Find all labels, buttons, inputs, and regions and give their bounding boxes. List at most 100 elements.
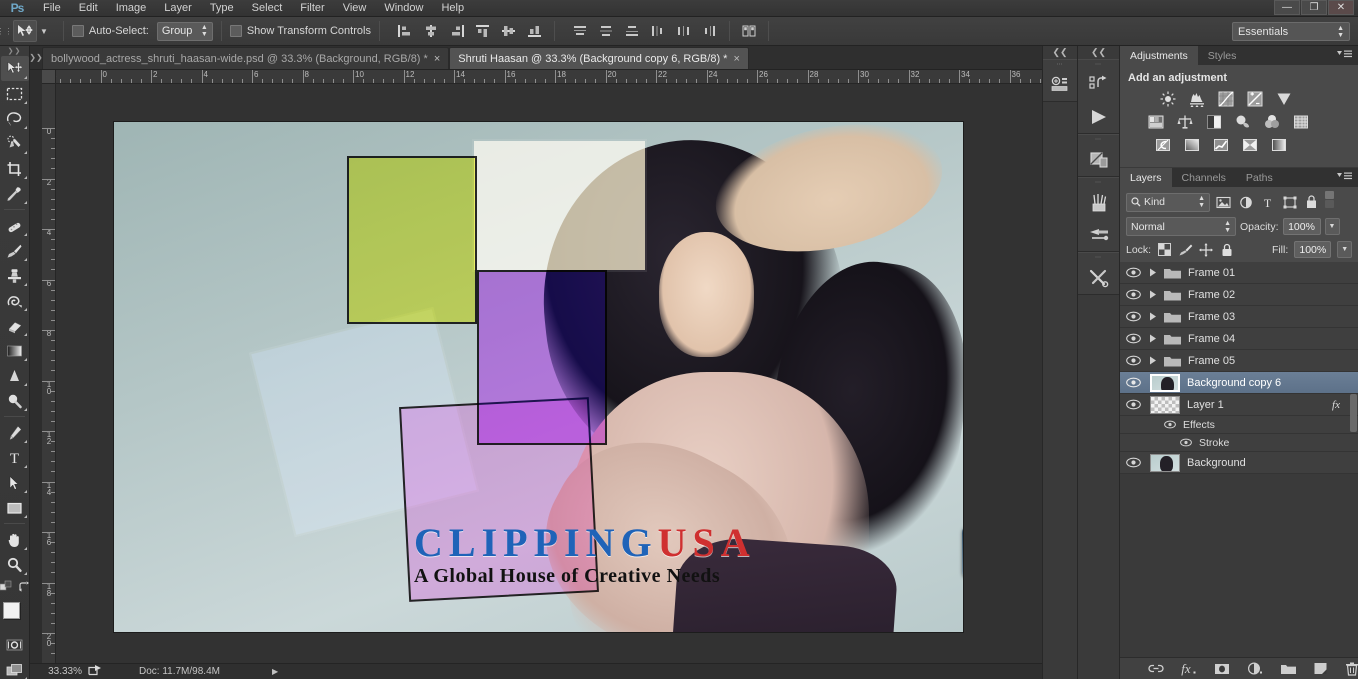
dock-collapse-button[interactable]: ❮❮ — [1078, 46, 1119, 59]
align-horizontal-centers-icon[interactable] — [420, 21, 442, 41]
mini-bridge-icon[interactable] — [1043, 69, 1077, 101]
filter-smart-object-icon[interactable] — [1303, 194, 1320, 211]
lasso-tool[interactable] — [1, 106, 29, 131]
panel-grip[interactable]: ⋯ — [1078, 135, 1119, 144]
chevron-right-icon[interactable] — [1146, 356, 1160, 365]
screen-mode-button[interactable] — [1, 657, 29, 679]
new-layer-icon[interactable] — [1313, 661, 1328, 677]
distribute-top-edges-icon[interactable] — [569, 21, 591, 41]
tab-adjustments[interactable]: Adjustments — [1120, 46, 1198, 65]
distribute-vertical-centers-icon[interactable] — [595, 21, 617, 41]
align-right-edges-icon[interactable] — [446, 21, 468, 41]
color-balance-icon[interactable] — [1175, 113, 1195, 130]
canvas-area[interactable]: CLIPPINGUSA A Global House of Creative N… — [56, 84, 1042, 663]
table-row[interactable]: Frame 02 — [1120, 284, 1358, 306]
restore-button[interactable]: ❐ — [1301, 0, 1327, 15]
document-tab-shruti-haasan[interactable]: Shruti Haasan @ 33.3% (Background copy 6… — [449, 47, 749, 69]
distribute-right-edges-icon[interactable] — [699, 21, 721, 41]
tab-styles[interactable]: Styles — [1198, 46, 1247, 65]
distribute-horizontal-centers-icon[interactable] — [673, 21, 695, 41]
chevron-right-icon[interactable] — [1146, 334, 1160, 343]
menu-view[interactable]: View — [334, 0, 376, 17]
eye-icon[interactable] — [1120, 284, 1146, 306]
filter-type-icon[interactable]: T — [1259, 194, 1276, 211]
pen-tool[interactable] — [1, 420, 29, 445]
gradient-tool[interactable] — [1, 338, 29, 363]
align-top-edges-icon[interactable] — [472, 21, 494, 41]
horizontal-type-tool[interactable]: T — [1, 445, 29, 470]
curves-icon[interactable] — [1216, 90, 1236, 107]
threshold-icon[interactable] — [1211, 136, 1231, 153]
tab-channels[interactable]: Channels — [1172, 168, 1236, 187]
zoom-level[interactable]: 33.33% — [30, 666, 88, 677]
show-transform-controls-checkbox[interactable] — [229, 25, 242, 37]
eye-icon[interactable] — [1120, 372, 1146, 394]
menu-select[interactable]: Select — [243, 0, 292, 17]
chevron-right-icon[interactable] — [1146, 290, 1160, 299]
move-tool-icon[interactable] — [13, 20, 37, 42]
blend-mode-dropdown[interactable]: Normal ▲ ▼ — [1126, 217, 1236, 236]
chevron-right-icon[interactable] — [1146, 268, 1160, 277]
posterize-icon[interactable] — [1182, 136, 1202, 153]
table-row[interactable]: Layer 1 fx — [1120, 394, 1358, 432]
history-icon[interactable] — [1078, 69, 1119, 101]
align-left-edges-icon[interactable] — [394, 21, 416, 41]
brush-tool[interactable] — [1, 238, 29, 263]
channel-mixer-icon[interactable] — [1262, 113, 1282, 130]
menu-layer[interactable]: Layer — [155, 0, 201, 17]
move-tool[interactable] — [0, 56, 29, 81]
auto-select-checkbox[interactable] — [71, 25, 84, 37]
eye-icon[interactable] — [1120, 394, 1146, 416]
frame-02-cream[interactable] — [472, 139, 647, 272]
tools-panel-collapse[interactable]: ❯❯ — [0, 46, 29, 56]
fill-slider-toggle[interactable]: ▼ — [1337, 241, 1352, 258]
gradient-map-icon[interactable] — [1269, 136, 1289, 153]
quick-selection-tool[interactable] — [1, 131, 29, 156]
close-tab-icon[interactable]: × — [434, 53, 440, 65]
dodge-tool[interactable] — [1, 388, 29, 413]
frame-01-olive[interactable] — [347, 156, 477, 324]
panel-menu-icon[interactable] — [1337, 172, 1352, 181]
ruler-origin-corner[interactable] — [42, 70, 56, 84]
menu-filter[interactable]: Filter — [291, 0, 333, 17]
add-layer-style-icon[interactable]: fx — [1181, 661, 1197, 677]
minimize-button[interactable]: — — [1274, 0, 1300, 15]
layer-style-fx-icon[interactable]: fx — [1332, 399, 1340, 411]
menu-type[interactable]: Type — [201, 0, 243, 17]
document-tab-bollywood[interactable]: bollywood_actress_shruti_haasan-wide.psd… — [42, 47, 450, 69]
layers-scrollbar-thumb[interactable] — [1350, 394, 1357, 432]
opacity-slider-toggle[interactable]: ▼ — [1324, 218, 1340, 235]
layer-filter-kind-dropdown[interactable]: Kind ▲ ▼ — [1126, 192, 1210, 212]
menu-help[interactable]: Help — [432, 0, 473, 17]
color-swatches[interactable] — [1, 602, 29, 632]
eye-icon[interactable] — [1178, 438, 1194, 447]
list-item[interactable]: Effects — [1120, 416, 1358, 434]
table-row[interactable]: Frame 05 — [1120, 350, 1358, 372]
artboard[interactable]: CLIPPINGUSA A Global House of Creative N… — [114, 122, 963, 632]
layer-thumbnail[interactable] — [1150, 395, 1180, 414]
eye-icon[interactable] — [1120, 452, 1146, 474]
eye-icon[interactable] — [1120, 328, 1146, 350]
close-button[interactable]: ✕ — [1328, 0, 1354, 15]
align-vertical-centers-icon[interactable] — [498, 21, 520, 41]
history-brush-tool[interactable] — [1, 288, 29, 313]
menu-edit[interactable]: Edit — [70, 0, 107, 17]
filter-adjustment-icon[interactable] — [1237, 194, 1254, 211]
panel-grip[interactable]: ⋯ — [1078, 253, 1119, 262]
invert-icon[interactable] — [1153, 136, 1173, 153]
opacity-value[interactable]: 100% — [1282, 218, 1321, 235]
lock-all-icon[interactable] — [1219, 242, 1234, 257]
tool-preset-chevron-icon[interactable]: ▼ — [40, 27, 48, 36]
selective-color-icon[interactable] — [1240, 136, 1260, 153]
panel-grip[interactable]: ⋯ — [1043, 60, 1077, 69]
frame-03-purple[interactable] — [477, 270, 607, 445]
table-row[interactable]: Frame 01 — [1120, 262, 1358, 284]
status-expand-arrow-icon[interactable]: ▶ — [272, 667, 278, 676]
menu-file[interactable]: File — [34, 0, 70, 17]
eraser-tool[interactable] — [1, 313, 29, 338]
tab-strip-grip[interactable]: ❯❯ — [29, 45, 42, 69]
options-bar-grip[interactable]: ⋮⋮ — [0, 17, 13, 46]
distribute-bottom-edges-icon[interactable] — [621, 21, 643, 41]
eye-icon[interactable] — [1120, 306, 1146, 328]
brightness-contrast-icon[interactable] — [1158, 90, 1178, 107]
